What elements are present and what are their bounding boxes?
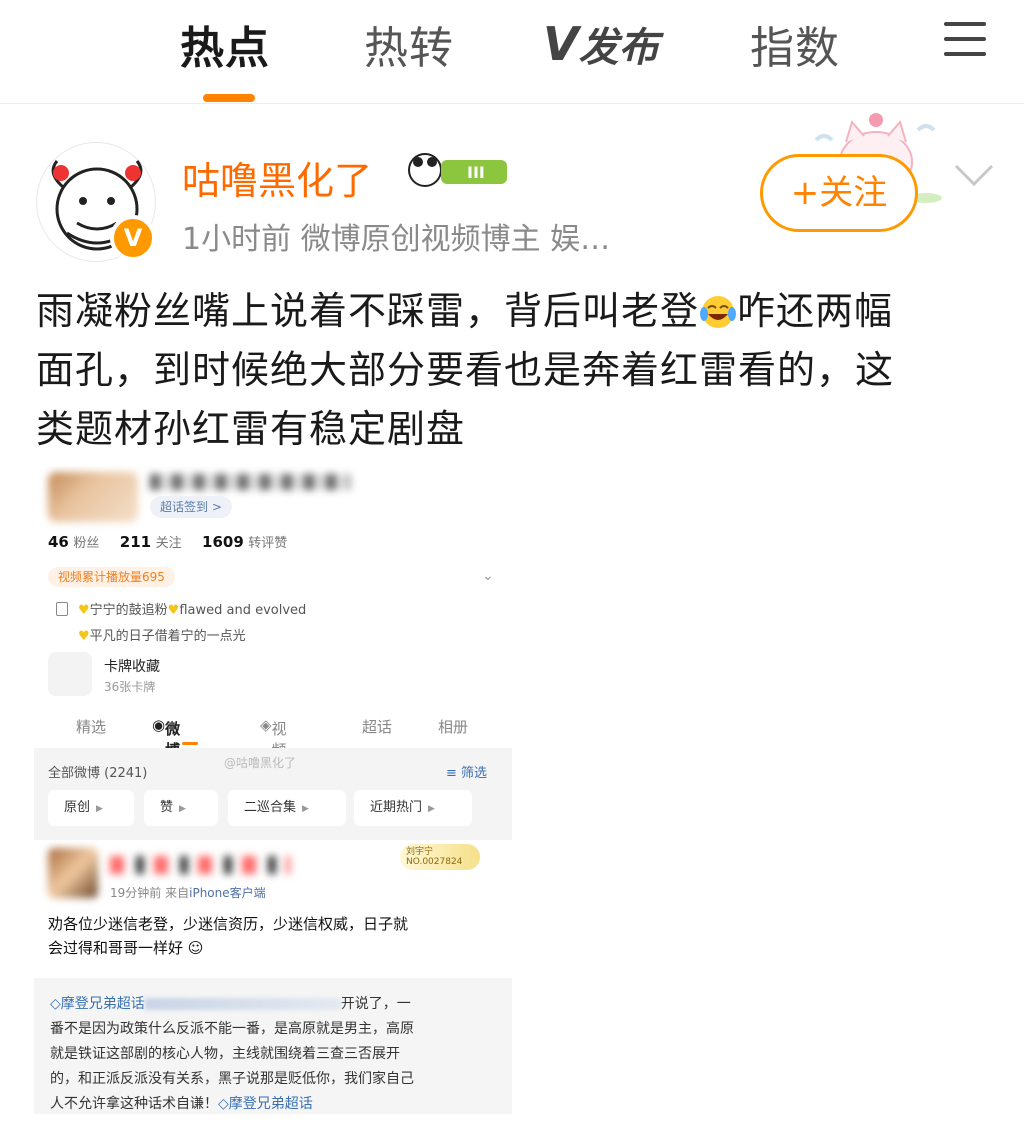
- card-collection-icon: [48, 652, 92, 696]
- blurred-text: [144, 998, 341, 1010]
- tab-hot[interactable]: 热点: [180, 12, 270, 76]
- screenshot-tab-video: ◈ 视频: [260, 716, 287, 759]
- username[interactable]: 咕噜黑化了: [182, 150, 372, 205]
- watermark: @咕噜黑化了: [224, 756, 297, 770]
- card-collection-count: 36张卡牌: [104, 680, 156, 694]
- yellow-heart-icon: ♥: [167, 603, 180, 618]
- all-weibo-count: 全部微博 (2241): [48, 766, 148, 781]
- tab-publish[interactable]: V 发布: [543, 14, 659, 74]
- yellow-heart-icon: ♥: [78, 603, 90, 618]
- video-plays-tag: 视频累计播放量695: [48, 567, 175, 587]
- fan-card-badge: 刘宇宁 NO.0027824: [400, 844, 480, 870]
- screenshot-post-name-blurred: [110, 856, 290, 874]
- screenshot-tab-indicator: [182, 742, 198, 745]
- supertopic-tag-2: ◇摩登兄弟超话: [218, 1096, 313, 1112]
- post-text-line3: 类题材孙红雷有稳定剧盘: [36, 407, 466, 451]
- screenshot-name-blurred: [150, 474, 350, 490]
- tab-hot-repost[interactable]: 热转: [364, 12, 454, 76]
- post-text-line2: 面孔，到时候绝大部分要看也是奔着红雷看的，这: [36, 348, 895, 392]
- quoted-post-text: ◇摩登兄弟超话 开说了，一 番不是因为政策什么反派不能一番，是高原就是男主，高原 …: [50, 996, 414, 1112]
- shy-emoji-icon: ☺: [187, 939, 204, 957]
- screenshot-tab-supertopic: 超话: [362, 718, 393, 736]
- level-badge-icon: III: [408, 153, 507, 187]
- top-navigation: 热点 热转 V 发布 指数: [0, 0, 1024, 104]
- screenshot-tab-album: 相册: [438, 718, 469, 736]
- filter-button: ≡ 筛选: [446, 766, 488, 781]
- screenshot-chevron-down-icon: ⌄: [482, 568, 494, 584]
- super-topic-checkin-chip: 超话签到 >: [150, 496, 232, 518]
- level-badge-text: III: [467, 163, 485, 182]
- screenshot-post-time: 19分钟前 来自iPhone客户端: [110, 886, 266, 900]
- screenshot-tabs: 精选 ◉ 微博 ◈ 视频 超话 相册: [34, 714, 512, 759]
- verified-badge-icon: V: [110, 215, 156, 261]
- chevron-down-icon[interactable]: [952, 160, 996, 190]
- tab-publish-label: 发布: [578, 25, 659, 71]
- screenshot-post-avatar-blurred: [48, 848, 98, 898]
- filter-pill-trending: 近期热门 ▶: [354, 790, 472, 826]
- tab-index[interactable]: 指数: [750, 12, 840, 76]
- brand-logo-icon: V: [543, 17, 579, 71]
- embedded-screenshot[interactable]: 超话签到 > 46 粉丝 211 关注 1609 转评赞 视频累计播放量695 …: [34, 466, 512, 1114]
- post-meta: 1小时前 微博原创视频博主 娱…: [182, 222, 611, 257]
- card-collection-title: 卡牌收藏: [104, 659, 160, 675]
- screenshot-avatar-blurred: [48, 472, 138, 522]
- follow-button[interactable]: +关注: [760, 154, 918, 232]
- filter-pill-like: 赞 ▶: [144, 790, 218, 826]
- filter-pill-collection: 二巡合集 ▶: [228, 790, 346, 826]
- laughing-tears-emoji-icon: [700, 296, 737, 328]
- post-body: 雨凝粉丝嘴上说着不踩雷，背后叫老登 咋还两幅 面孔，到时候绝大部分要看也是奔着红雷…: [36, 282, 996, 459]
- screenshot-bio: ♥宁宁的鼓追粉♥flawed and evolved ♥平凡的日子借着宁的一点光: [56, 598, 306, 650]
- bio-doc-icon: [56, 602, 68, 616]
- screenshot-post-text: 劝各位少迷信老登，少迷信资历，少迷信权威，日子就 会过得和哥哥一样好 ☺: [48, 915, 409, 957]
- yellow-heart-icon: ♥: [78, 629, 90, 644]
- menu-icon[interactable]: [944, 22, 986, 56]
- post-text-line1: 雨凝粉丝嘴上说着不踩雷，背后叫老登 咋还两幅: [36, 289, 894, 333]
- active-tab-indicator: [203, 94, 255, 102]
- supertopic-tag: ◇摩登兄弟超话: [50, 996, 145, 1012]
- filter-pill-original: 原创 ▶: [48, 790, 134, 826]
- screenshot-stats: 46 粉丝 211 关注 1609 转评赞: [48, 533, 288, 551]
- screenshot-tab-featured: 精选: [76, 718, 107, 736]
- screenshot-tab-weibo: ◉ 微博: [152, 716, 181, 759]
